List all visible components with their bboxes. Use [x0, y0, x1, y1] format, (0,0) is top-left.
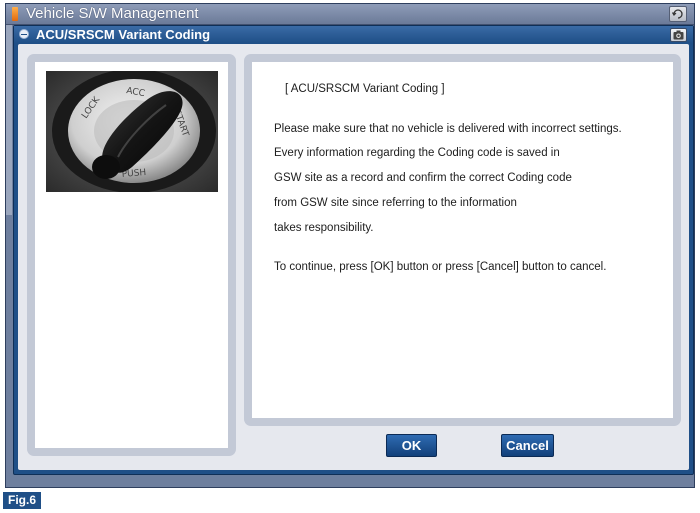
- dialog-titlebar: ACU/SRSCM Variant Coding: [14, 26, 693, 43]
- message-panel-content: [ ACU/SRSCM Variant Coding ] Please make…: [252, 62, 673, 418]
- dialog-body: LOCK ACC START PUSH [ ACU/SRSCM Variant …: [18, 44, 689, 470]
- dialog-minimize-icon[interactable]: [19, 29, 29, 39]
- ignition-key-switch-photo: LOCK ACC START PUSH: [46, 71, 218, 192]
- message-line: takes responsibility.: [274, 222, 374, 234]
- app-icon: [12, 7, 18, 21]
- camera-icon: [673, 30, 684, 40]
- message-line: GSW site as a record and confirm the cor…: [274, 172, 572, 184]
- screenshot-button[interactable]: [670, 28, 687, 42]
- message-line: Every information regarding the Coding c…: [274, 147, 560, 159]
- variant-coding-dialog: ACU/SRSCM Variant Coding LOCK ACC START …: [13, 25, 694, 475]
- figure-label: Fig.6: [3, 492, 41, 509]
- window-title: Vehicle S/W Management: [26, 5, 199, 22]
- message-line: from GSW site since referring to the inf…: [274, 197, 517, 209]
- retry-button[interactable]: [669, 6, 687, 22]
- message-line: Please make sure that no vehicle is deli…: [274, 123, 622, 135]
- message-heading: [ ACU/SRSCM Variant Coding ]: [285, 83, 445, 95]
- message-panel: [ ACU/SRSCM Variant Coding ] Please make…: [244, 54, 681, 426]
- cancel-button[interactable]: Cancel: [501, 434, 554, 457]
- window-titlebar: Vehicle S/W Management: [6, 4, 694, 25]
- ignition-switch-image: LOCK ACC START PUSH: [46, 71, 218, 192]
- ok-button[interactable]: OK: [386, 434, 437, 457]
- image-panel: LOCK ACC START PUSH: [27, 54, 236, 456]
- window-side-strip: [6, 25, 12, 215]
- dialog-title: ACU/SRSCM Variant Coding: [36, 27, 211, 42]
- message-instruction: To continue, press [OK] button or press …: [274, 261, 607, 273]
- image-panel-content: LOCK ACC START PUSH: [35, 62, 228, 448]
- retry-icon: [672, 9, 683, 19]
